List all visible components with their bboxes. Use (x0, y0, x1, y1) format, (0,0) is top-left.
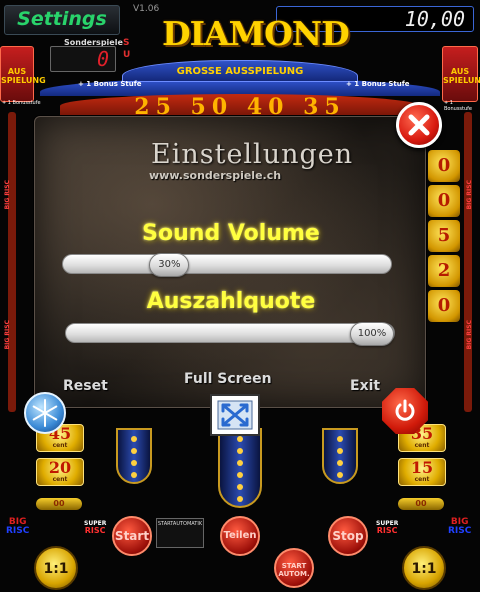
u-indicator: U (123, 50, 131, 60)
super-bottom: RISC (376, 526, 398, 535)
one-to-one-button-right[interactable]: 1:1 (402, 546, 446, 590)
startautomatik-panel: STARTAUTOMATIK (156, 518, 204, 548)
grosse-ausspielung-banner: GROSSE AUSSPIELUNG (122, 60, 358, 82)
bonusstufe-right: + 1 Bonusstufe (444, 100, 473, 112)
super-risc-logo-right: SUPER RISC (376, 520, 398, 535)
ladder-step: 0 (428, 290, 460, 322)
snowflake-button[interactable] (24, 392, 66, 434)
settings-dialog: Einstellungen www.sonderspiele.ch Sound … (34, 116, 426, 408)
ladder-step: 0 (428, 185, 460, 217)
bonusstufe-left: + 1 Bonusstufe (2, 100, 41, 106)
coin-tube-left (116, 428, 152, 484)
close-button[interactable] (396, 102, 442, 148)
start-button[interactable]: Start (112, 516, 152, 556)
reset-button[interactable]: Reset (63, 378, 108, 394)
settings-button[interactable]: Settings (4, 5, 120, 35)
ladder-step: 0 (428, 150, 460, 182)
ladder-step: 2 (428, 255, 460, 287)
full-screen-button[interactable] (210, 394, 260, 436)
big-risc-logo-left: BIG RISC (6, 518, 29, 536)
ladder-step: 5 (428, 220, 460, 252)
exit-button[interactable]: Exit (350, 378, 380, 394)
startautomatik-label: STARTAUTOMATIK (157, 521, 203, 527)
dialog-url: www.sonderspiele.ch (149, 169, 282, 182)
full-screen-label[interactable]: Full Screen (184, 371, 272, 387)
ausspielung-panel-right: AUS SPIELUNG (442, 46, 480, 102)
one-to-one-button-left[interactable]: 1:1 (34, 546, 78, 590)
super-risc-logo-left: SUPER RISC (84, 520, 106, 535)
ausspielung-panel-left: AUS SPIELUNG (0, 46, 46, 102)
auszahlquote-thumb[interactable]: 100% (350, 322, 394, 346)
cent-unit: cent (414, 442, 430, 449)
auszahlquote-heading: Auszahlquote (146, 289, 316, 314)
version-label: V1.06 (133, 4, 160, 14)
cent-20-button[interactable]: 20 cent (36, 458, 84, 486)
zero-bar-left: 00 (36, 498, 82, 510)
teilen-button[interactable]: Teilen (220, 516, 260, 556)
super-bottom: RISC (84, 526, 106, 535)
bonus-stufe-right: + 1 Bonus Stufe (346, 80, 410, 88)
fullscreen-icon (217, 400, 253, 430)
s-indicator: S (123, 38, 130, 48)
cent-value: 15 (410, 458, 434, 477)
cent-15-button[interactable]: 15 cent (398, 458, 446, 486)
sound-volume-slider[interactable]: 30% (62, 253, 392, 277)
dialog-title: Einstellungen (151, 139, 354, 170)
big-risc-left-2: BIG RISC (4, 320, 11, 350)
left-rail (8, 112, 16, 412)
power-icon (395, 399, 415, 421)
start-autom-button[interactable]: START AUTOM. (274, 548, 314, 588)
cent-unit: cent (52, 476, 68, 483)
sound-volume-thumb[interactable]: 30% (149, 253, 190, 277)
game-title: DIAMOND (162, 14, 350, 53)
big-risc-logo-right: BIG RISC (448, 518, 471, 536)
right-rail (464, 112, 472, 412)
cent-value: 20 (48, 458, 72, 477)
cent-unit: cent (52, 442, 68, 449)
auszahlquote-slider[interactable]: 100% (65, 322, 395, 346)
big-logo-bottom: RISC (6, 526, 30, 536)
sonderspiele-counter: 0 (50, 46, 116, 72)
cent-unit: cent (414, 476, 430, 483)
big-logo-bottom: RISC (448, 526, 472, 536)
coin-tube-right (322, 428, 358, 484)
risk-ladder: 0 0 5 2 0 (428, 150, 460, 325)
sound-volume-heading: Sound Volume (142, 221, 320, 246)
big-risc-right-1: BIG RISC (466, 180, 473, 210)
big-risc-left-1: BIG RISC (4, 180, 11, 210)
coin-tube-center (218, 428, 262, 508)
big-risc-right-2: BIG RISC (466, 320, 473, 350)
snowflake-icon (32, 399, 58, 427)
bonus-stufe-left: + 1 Bonus Stufe (78, 80, 142, 88)
close-icon (408, 114, 430, 136)
stop-button[interactable]: Stop (328, 516, 368, 556)
zero-bar-right: 00 (398, 498, 444, 510)
